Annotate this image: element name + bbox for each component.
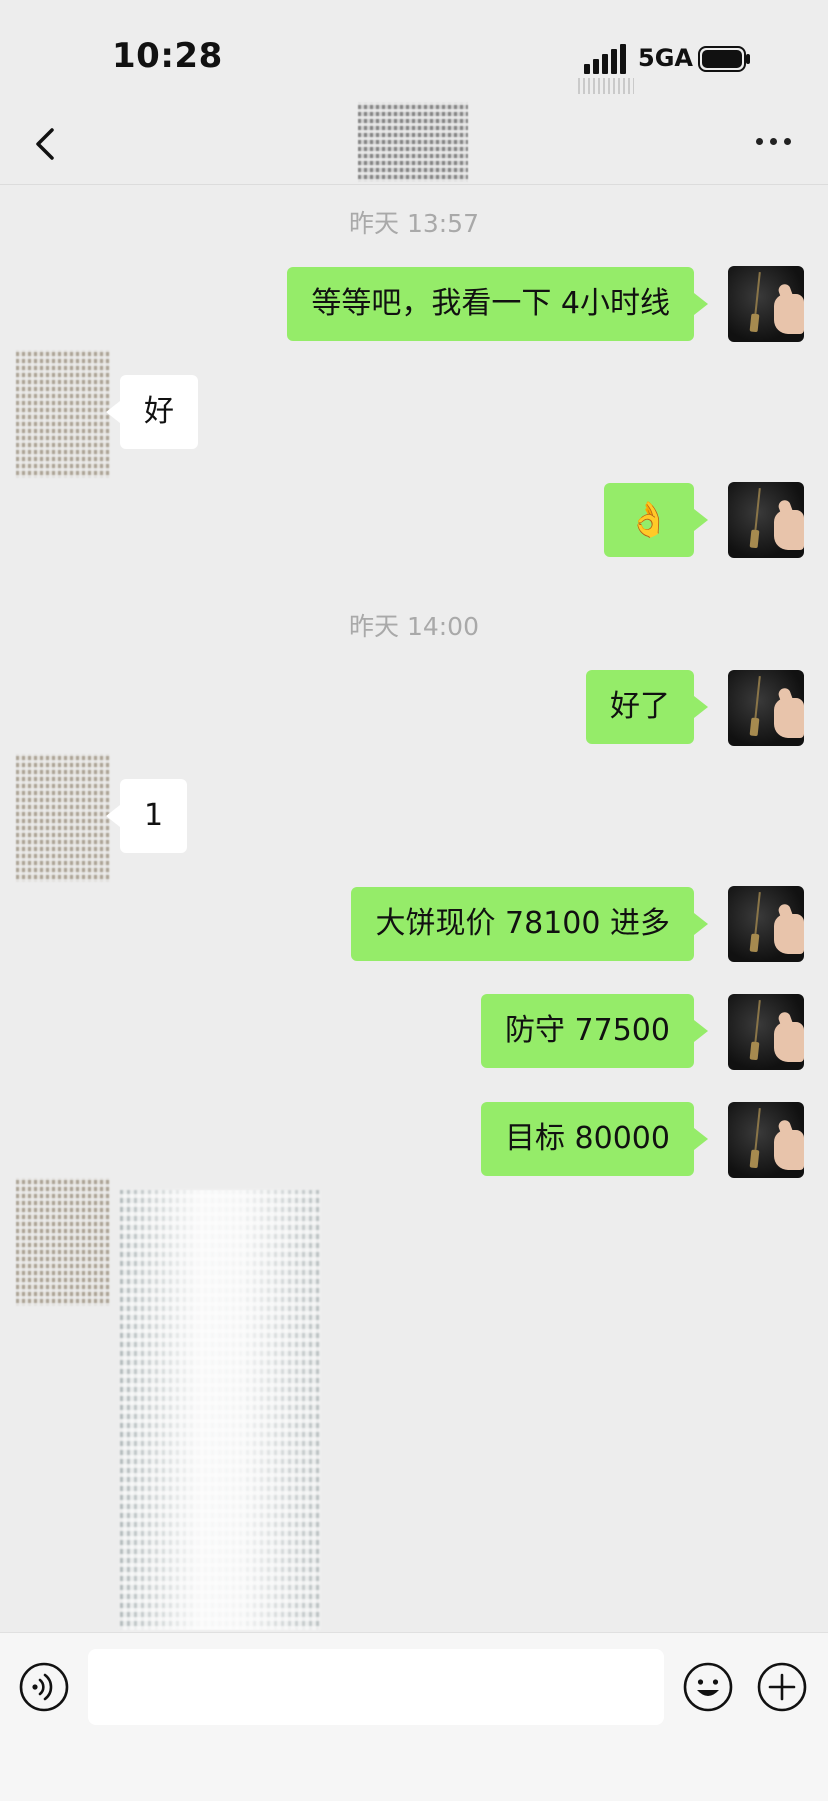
message-bubble[interactable]: 等等吧，我看一下 4小时线: [287, 267, 708, 341]
emoji-icon[interactable]: [682, 1661, 734, 1713]
contact-avatar-redacted[interactable]: [16, 1178, 110, 1306]
message-sent[interactable]: 等等吧，我看一下 4小时线: [287, 267, 708, 341]
signal-icon: [584, 44, 628, 74]
message-bubble[interactable]: 目标 80000: [481, 1102, 708, 1176]
input-bar: [0, 1632, 828, 1801]
my-avatar[interactable]: [728, 886, 804, 962]
message-sent[interactable]: 好了: [586, 670, 708, 744]
chat-header: [0, 100, 828, 185]
message-bubble[interactable]: 好: [106, 375, 198, 449]
message-bubble[interactable]: 防守 77500: [481, 994, 708, 1068]
message-input[interactable]: [88, 1649, 664, 1725]
message-bubble[interactable]: 好了: [586, 670, 708, 744]
message-bubble[interactable]: 1: [105, 779, 188, 853]
message-sent[interactable]: 👌: [603, 483, 709, 557]
chat-title-redacted: [358, 102, 468, 182]
status-time: 10:28: [112, 36, 223, 76]
back-chevron-icon[interactable]: [28, 124, 62, 164]
signal-detail-icon: [578, 78, 634, 94]
ok-hand-emoji[interactable]: 👌: [603, 483, 709, 557]
contact-avatar-redacted[interactable]: [16, 350, 110, 478]
plus-icon[interactable]: [756, 1661, 808, 1713]
image-message-redacted[interactable]: [120, 1190, 320, 1630]
my-avatar[interactable]: [728, 670, 804, 746]
message-received[interactable]: 好: [106, 375, 198, 449]
voice-icon[interactable]: [18, 1661, 70, 1713]
my-avatar[interactable]: [728, 482, 804, 558]
message-received[interactable]: 1: [105, 779, 188, 853]
timestamp: 昨天 14:00: [349, 612, 479, 641]
contact-avatar-redacted[interactable]: [16, 754, 110, 882]
my-avatar[interactable]: [728, 994, 804, 1070]
battery-icon: [698, 46, 750, 72]
timestamp: 昨天 13:57: [349, 209, 479, 238]
more-dots-icon[interactable]: [756, 138, 796, 148]
message-sent[interactable]: 目标 80000: [481, 1102, 708, 1176]
my-avatar[interactable]: [728, 1102, 804, 1178]
network-type: 5GA: [638, 44, 693, 72]
message-sent[interactable]: 防守 77500: [481, 994, 708, 1068]
message-sent[interactable]: 大饼现价 78100 进多: [351, 887, 708, 961]
status-bar: 10:28 5GA: [0, 0, 828, 100]
my-avatar[interactable]: [728, 266, 804, 342]
message-bubble[interactable]: 大饼现价 78100 进多: [351, 887, 708, 961]
